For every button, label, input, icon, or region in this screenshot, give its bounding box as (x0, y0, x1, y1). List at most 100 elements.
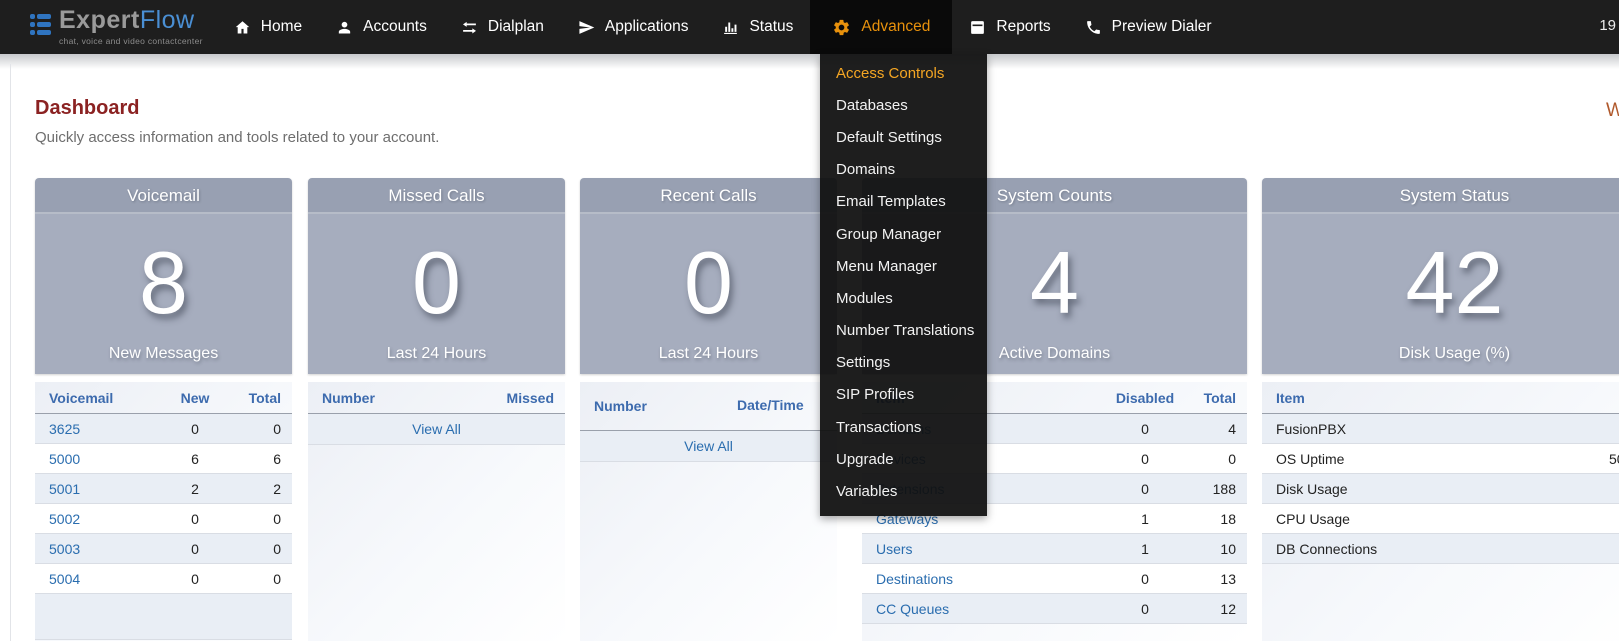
menu-item-settings[interactable]: Settings (820, 347, 987, 379)
summary-card: Voicemail8New Messages (35, 178, 292, 374)
table-cell: 0 (160, 571, 230, 587)
nav-item-label: Applications (605, 18, 689, 36)
nav-item-applications[interactable]: Applications (561, 0, 706, 54)
row-link[interactable]: Destinations (862, 571, 1105, 587)
nav-item-accounts[interactable]: Accounts (319, 0, 444, 54)
table-cell: OS Uptime (1262, 451, 1595, 467)
menu-item-databases[interactable]: Databases (820, 89, 987, 121)
row-link[interactable]: 5001 (35, 481, 160, 497)
nav-item-advanced[interactable]: Advanced (810, 0, 952, 54)
summary-caption: New Messages (35, 345, 292, 363)
table-row: Disk Usage (1262, 474, 1619, 504)
widget-recent-calls: Recent Calls0Last 24 Hours NumberDate/Tim… (580, 178, 837, 641)
table-cell: 50d (1595, 451, 1619, 467)
menu-item-group-manager[interactable]: Group Manager (820, 218, 987, 250)
menu-item-transactions[interactable]: Transactions (820, 411, 987, 443)
row-link[interactable]: 5003 (35, 541, 160, 557)
view-all-row: View All (580, 431, 837, 462)
table-row: 500400 (35, 564, 292, 594)
summary-card-body: 8New Messages (35, 214, 292, 374)
brand-logo[interactable]: ExpertFlow chat, voice and video contact… (30, 8, 203, 46)
brand-name-gray: Expert (59, 6, 140, 34)
nav-item-dialplan[interactable]: Dialplan (444, 0, 561, 54)
table-cell: 0 (1105, 481, 1185, 497)
table-row: 500122 (35, 474, 292, 504)
top-navbar: ExpertFlow chat, voice and video contact… (0, 0, 1619, 54)
row-link[interactable]: 5002 (35, 511, 160, 527)
menu-item-modules[interactable]: Modules (820, 282, 987, 314)
view-all-link[interactable]: View All (684, 438, 733, 454)
table-row: Users110 (862, 534, 1247, 564)
menu-item-sip-profiles[interactable]: SIP Profiles (820, 379, 987, 411)
widget-table: Item FusionPBX OS Uptime50d Disk UsageCPU U… (1262, 382, 1619, 641)
table-cell: DB Connections (1262, 541, 1595, 557)
nav-item-label: Reports (996, 18, 1050, 36)
widget-system-status: System Status42Disk Usage (%)ItemFusionP… (1262, 178, 1619, 641)
column-header: Disabled (1105, 390, 1185, 406)
gear-icon (832, 18, 851, 37)
view-all-link[interactable]: View All (412, 421, 461, 437)
table-cell: 2 (230, 481, 292, 497)
nav-item-home[interactable]: Home (217, 0, 319, 54)
widget-table: NumberMissed View All (308, 382, 565, 641)
bar-chart-icon (722, 19, 739, 36)
navbar-clock-text: 19 (1599, 17, 1616, 34)
column-header: New (160, 390, 230, 406)
table-cell: 2 (160, 481, 230, 497)
row-link[interactable]: 3625 (35, 421, 160, 437)
table-row: CPU Usage (1262, 504, 1619, 534)
menu-item-menu-manager[interactable]: Menu Manager (820, 250, 987, 282)
table-cell: 0 (230, 511, 292, 527)
table-cell: 188 (1185, 481, 1247, 497)
menu-item-variables[interactable]: Variables (820, 475, 987, 507)
table-cell: FusionPBX (1262, 421, 1595, 437)
widget-title: Recent Calls (580, 178, 837, 214)
widget-title: Voicemail (35, 178, 292, 214)
nav-item-reports[interactable]: Reports (952, 0, 1067, 54)
table-row: 500300 (35, 534, 292, 564)
user-icon (336, 19, 353, 36)
widget-title: Missed Calls (308, 178, 565, 214)
table-cell: 18 (1185, 511, 1247, 527)
menu-item-default-settings[interactable]: Default Settings (820, 121, 987, 153)
summary-caption: Disk Usage (%) (1262, 345, 1619, 363)
row-link[interactable]: Users (862, 541, 1105, 557)
brand-text: ExpertFlow chat, voice and video contact… (59, 8, 203, 46)
expertflow-logo-icon (30, 14, 51, 35)
phone-icon (1085, 19, 1102, 36)
nav-item-label: Accounts (363, 18, 427, 36)
summary-card: Recent Calls0Last 24 Hours (580, 178, 837, 374)
table-cell: 0 (1105, 421, 1185, 437)
table-cell: 13 (1185, 571, 1247, 587)
column-header: Date/Time (737, 397, 799, 415)
table-row: 362500 (35, 414, 292, 444)
nav-item-label: Advanced (861, 18, 930, 36)
column-header: Number (580, 398, 737, 414)
column-header: Total (1185, 390, 1247, 406)
menu-item-number-translations[interactable]: Number Translations (820, 315, 987, 347)
table-cell: 6 (230, 451, 292, 467)
menu-item-upgrade[interactable]: Upgrade (820, 443, 987, 475)
menu-item-access-controls[interactable]: Access Controls (820, 57, 987, 89)
table-cell: 0 (230, 421, 292, 437)
table-header-row: Item (1262, 382, 1619, 414)
table-cell: 0 (230, 571, 292, 587)
summary-card-body: 0Last 24 Hours (580, 214, 837, 374)
table-cell: 4 (1185, 421, 1247, 437)
table-header-row: VoicemailNewTotal (35, 382, 292, 414)
page-subtitle: Quickly access information and tools rel… (35, 129, 439, 146)
summary-number: 0 (580, 214, 837, 318)
brand-tagline: chat, voice and video contactcenter (59, 36, 203, 46)
table-header-row: NumberDate/Time (580, 382, 837, 431)
nav-item-status[interactable]: Status (705, 0, 810, 54)
table-header-row: NumberMissed (308, 382, 565, 414)
empty-table-row (35, 594, 292, 640)
row-link[interactable]: 5000 (35, 451, 160, 467)
column-header: Item (1262, 390, 1595, 406)
row-link[interactable]: 5004 (35, 571, 160, 587)
menu-item-email-templates[interactable]: Email Templates (820, 186, 987, 218)
swap-arrows-icon (461, 19, 478, 36)
row-link[interactable]: CC Queues (862, 601, 1105, 617)
nav-item-preview-dialer[interactable]: Preview Dialer (1068, 0, 1229, 54)
menu-item-domains[interactable]: Domains (820, 154, 987, 186)
